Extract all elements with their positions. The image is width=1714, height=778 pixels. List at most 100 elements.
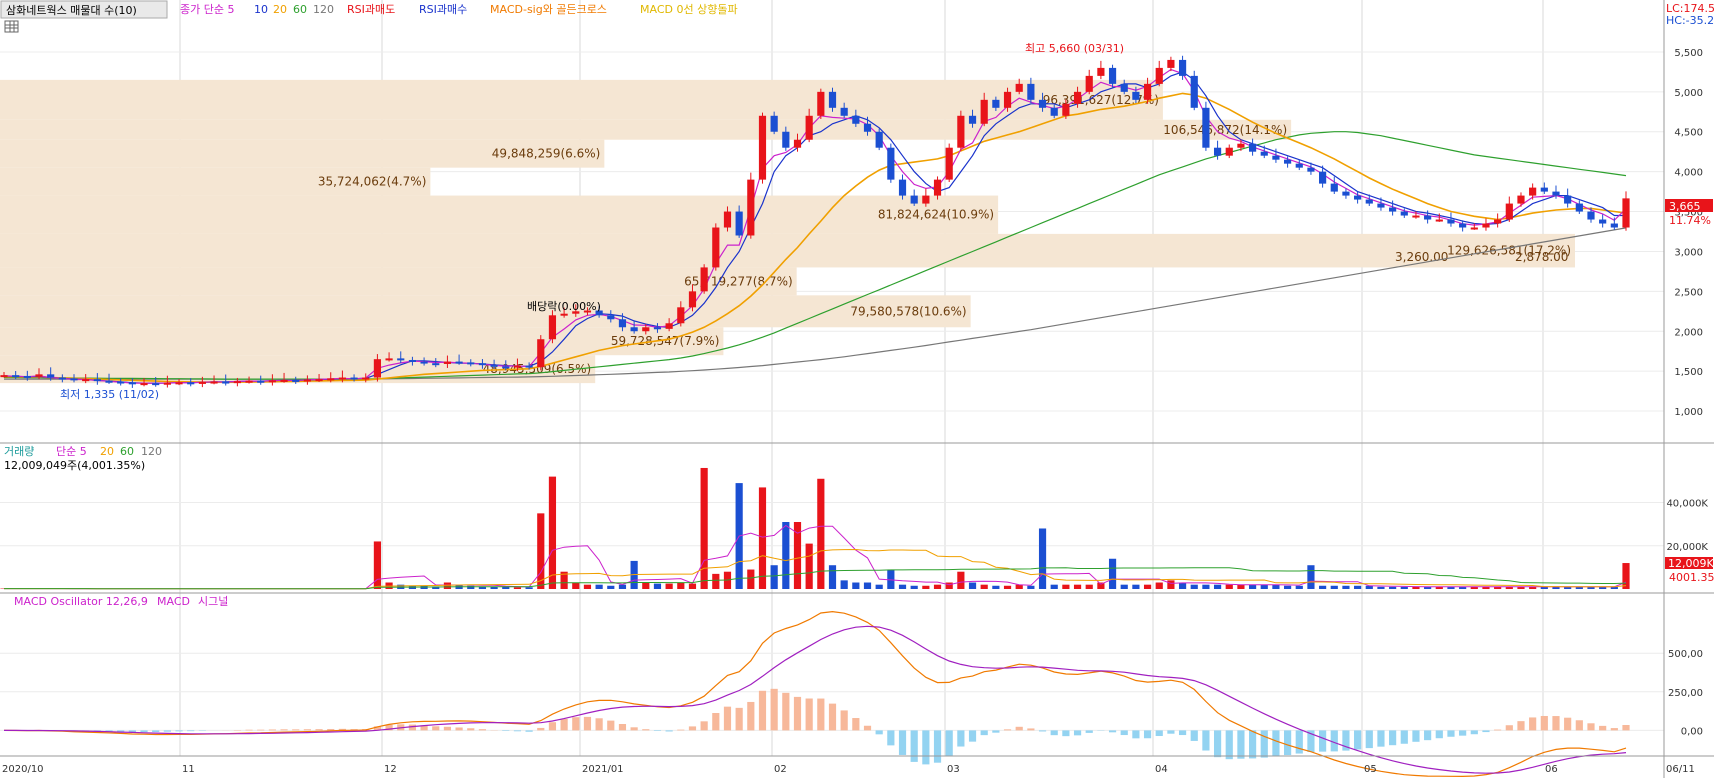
volume-bar xyxy=(1354,585,1362,589)
candle-body xyxy=(303,379,311,382)
legend-ma5[interactable]: 종가 단순 5 xyxy=(180,3,234,16)
legend-macd-zero[interactable]: MACD 0선 상향돌파 xyxy=(640,3,738,16)
volume-bar xyxy=(782,522,790,589)
candle-body xyxy=(1459,223,1467,228)
volume-tick-label: 20,000K xyxy=(1666,542,1708,553)
candle-body xyxy=(688,291,697,308)
legend-ma20[interactable]: 20 xyxy=(273,3,287,16)
macd-oscillator-bar xyxy=(455,727,463,731)
vol-legend-ma120[interactable]: 120 xyxy=(141,445,162,458)
volume-bar xyxy=(1295,585,1303,589)
candle-body xyxy=(957,115,965,148)
volume-bar xyxy=(1213,584,1222,589)
candle-body xyxy=(257,380,265,383)
candle-body xyxy=(852,115,860,124)
candle-body xyxy=(1540,187,1548,192)
volume-profile-band xyxy=(0,295,971,328)
legend-rsi-oversold[interactable]: RSI과매도 xyxy=(347,3,395,16)
macd-legend-signal[interactable]: 시그널 xyxy=(198,595,228,608)
candle-body xyxy=(1389,207,1397,212)
volume-bar xyxy=(1248,584,1257,589)
macd-oscillator-bar xyxy=(723,706,732,731)
x-tick-label: 02 xyxy=(774,764,787,775)
candle-body xyxy=(560,313,568,316)
candle-body xyxy=(782,131,790,148)
hc-label: HC:-35.28 xyxy=(1666,14,1714,27)
max-price-label: 최고 5,660 (03/31) xyxy=(1025,42,1124,55)
x-tick-label: 2020/10 xyxy=(2,764,44,775)
candle-body xyxy=(1599,219,1607,224)
candle-body xyxy=(525,365,533,368)
volume-bar xyxy=(875,584,883,589)
macd-oscillator-bar xyxy=(980,730,988,736)
candle-body xyxy=(887,147,895,180)
macd-oscillator-bar xyxy=(292,729,300,731)
price-tick-label: 1,000 xyxy=(1674,407,1703,418)
candle-body xyxy=(338,377,346,380)
macd-legend-macd[interactable]: MACD xyxy=(157,595,190,608)
candle-body xyxy=(152,383,160,386)
volume-bar xyxy=(712,573,720,589)
vol-legend-ma5[interactable]: 단순 5 xyxy=(56,445,87,458)
macd-oscillator-bar xyxy=(1494,729,1502,731)
vol-legend-ma60[interactable]: 60 xyxy=(120,445,134,458)
volume-bar xyxy=(1342,585,1350,589)
volume-profile-band xyxy=(0,195,999,234)
volume-bar xyxy=(688,583,697,589)
candle-body xyxy=(1295,163,1303,168)
macd-oscillator-bar xyxy=(1470,730,1478,735)
volume-title[interactable]: 거래량 xyxy=(4,445,34,458)
macd-oscillator-bar xyxy=(572,717,580,731)
vol-legend-ma20[interactable]: 20 xyxy=(100,445,114,458)
candle-body xyxy=(968,115,977,124)
candle-body xyxy=(292,379,300,382)
candle-body xyxy=(1213,147,1222,156)
candle-body xyxy=(490,364,498,367)
macd-oscillator-bar xyxy=(1447,730,1455,737)
macd-oscillator-bar xyxy=(735,707,743,731)
volume-bar xyxy=(770,565,778,589)
table-icon[interactable] xyxy=(4,20,19,33)
volume-bar xyxy=(1073,584,1082,589)
price-tick-label: 5,500 xyxy=(1674,48,1703,59)
macd-oscillator-bar xyxy=(992,730,1000,733)
candle-body xyxy=(1587,211,1595,220)
candle-body xyxy=(1085,75,1093,92)
volume-bar xyxy=(1003,585,1012,589)
candle-body xyxy=(1400,211,1408,216)
volume-bar xyxy=(980,584,988,589)
macd-oscillator-bar xyxy=(630,727,638,731)
volume-bar xyxy=(1085,584,1093,589)
macd-oscillator-bar xyxy=(1213,730,1222,758)
candle-body xyxy=(1132,91,1140,100)
volume-profile-label: 79,580,578(10.6%) xyxy=(850,304,966,318)
macd-oscillator-bar xyxy=(1143,730,1152,739)
candle-body xyxy=(420,361,428,364)
candle-body xyxy=(863,123,872,132)
candle-body xyxy=(502,366,510,369)
macd-oscillator-bar xyxy=(303,729,311,731)
macd-title[interactable]: MACD Oscillator 12,26,9 xyxy=(14,595,148,608)
candle-body xyxy=(922,195,930,204)
volume-bar xyxy=(933,584,942,589)
macd-oscillator-bar xyxy=(1330,730,1338,752)
legend-rsi-overbought[interactable]: RSI과매수 xyxy=(419,3,467,16)
legend-ma10[interactable]: 10 xyxy=(254,3,268,16)
macd-tick-label: 500,00 xyxy=(1668,649,1703,660)
candle-body xyxy=(373,359,382,378)
volume-bar xyxy=(1132,584,1140,589)
legend-macd-golden[interactable]: MACD-sig와 골든크로스 xyxy=(490,3,607,16)
price-tick-label: 1,500 xyxy=(1674,367,1703,378)
legend-ma120[interactable]: 120 xyxy=(313,3,334,16)
candle-body xyxy=(677,307,685,324)
volume-profile-label: 65,719,277(8.7%) xyxy=(684,274,793,288)
dividend-label: 배당락(0.00%) xyxy=(527,300,601,313)
legend-ma60[interactable]: 60 xyxy=(293,3,307,16)
macd-oscillator-bar xyxy=(1050,730,1058,736)
candle-body xyxy=(455,361,463,364)
macd-oscillator-bar xyxy=(1295,730,1303,754)
candle-body xyxy=(770,115,778,132)
macd-oscillator-bar xyxy=(1319,730,1327,752)
candle-body xyxy=(758,115,767,180)
candle-body xyxy=(1027,83,1035,100)
